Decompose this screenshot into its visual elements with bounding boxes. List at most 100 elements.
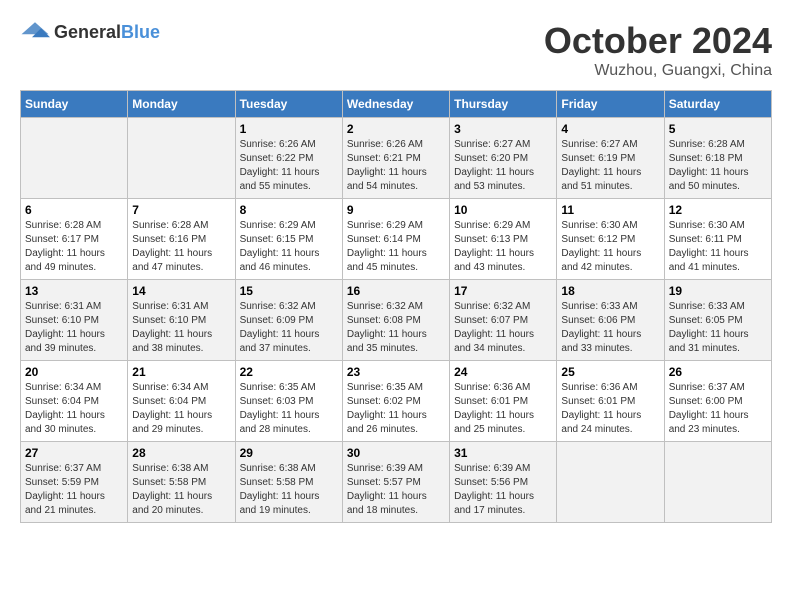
calendar-cell: 17 Sunrise: 6:32 AMSunset: 6:07 PMDaylig… [450, 280, 557, 361]
calendar-cell: 28 Sunrise: 6:38 AMSunset: 5:58 PMDaylig… [128, 442, 235, 523]
logo-blue: Blue [121, 22, 160, 42]
calendar-cell [21, 118, 128, 199]
day-number: 6 [25, 203, 123, 217]
day-number: 24 [454, 365, 552, 379]
day-number: 19 [669, 284, 767, 298]
calendar-cell: 12 Sunrise: 6:30 AMSunset: 6:11 PMDaylig… [664, 199, 771, 280]
page-header: GeneralBlue October 2024 Wuzhou, Guangxi… [20, 20, 772, 80]
calendar-cell: 18 Sunrise: 6:33 AMSunset: 6:06 PMDaylig… [557, 280, 664, 361]
day-info: Sunrise: 6:30 AMSunset: 6:11 PMDaylight:… [669, 219, 767, 275]
calendar-cell: 4 Sunrise: 6:27 AMSunset: 6:19 PMDayligh… [557, 118, 664, 199]
calendar-cell: 29 Sunrise: 6:38 AMSunset: 5:58 PMDaylig… [235, 442, 342, 523]
calendar-cell: 2 Sunrise: 6:26 AMSunset: 6:21 PMDayligh… [342, 118, 449, 199]
day-info: Sunrise: 6:37 AMSunset: 5:59 PMDaylight:… [25, 462, 123, 518]
day-info: Sunrise: 6:38 AMSunset: 5:58 PMDaylight:… [132, 462, 230, 518]
day-number: 20 [25, 365, 123, 379]
day-info: Sunrise: 6:39 AMSunset: 5:57 PMDaylight:… [347, 462, 445, 518]
day-info: Sunrise: 6:27 AMSunset: 6:20 PMDaylight:… [454, 138, 552, 194]
calendar-cell: 22 Sunrise: 6:35 AMSunset: 6:03 PMDaylig… [235, 361, 342, 442]
day-info: Sunrise: 6:31 AMSunset: 6:10 PMDaylight:… [25, 300, 123, 356]
day-number: 25 [561, 365, 659, 379]
day-number: 15 [240, 284, 338, 298]
calendar-cell [128, 118, 235, 199]
weekday-header-row: SundayMondayTuesdayWednesdayThursdayFrid… [21, 91, 772, 118]
weekday-header: Tuesday [235, 91, 342, 118]
logo-general: General [54, 22, 121, 42]
day-info: Sunrise: 6:38 AMSunset: 5:58 PMDaylight:… [240, 462, 338, 518]
day-number: 1 [240, 122, 338, 136]
day-number: 11 [561, 203, 659, 217]
day-info: Sunrise: 6:26 AMSunset: 6:21 PMDaylight:… [347, 138, 445, 194]
day-number: 30 [347, 446, 445, 460]
day-info: Sunrise: 6:28 AMSunset: 6:16 PMDaylight:… [132, 219, 230, 275]
calendar-cell: 20 Sunrise: 6:34 AMSunset: 6:04 PMDaylig… [21, 361, 128, 442]
logo-icon [20, 20, 50, 44]
weekday-header: Wednesday [342, 91, 449, 118]
day-number: 29 [240, 446, 338, 460]
calendar-cell: 10 Sunrise: 6:29 AMSunset: 6:13 PMDaylig… [450, 199, 557, 280]
calendar-cell: 8 Sunrise: 6:29 AMSunset: 6:15 PMDayligh… [235, 199, 342, 280]
day-number: 4 [561, 122, 659, 136]
day-info: Sunrise: 6:33 AMSunset: 6:06 PMDaylight:… [561, 300, 659, 356]
weekday-header: Sunday [21, 91, 128, 118]
calendar-cell: 1 Sunrise: 6:26 AMSunset: 6:22 PMDayligh… [235, 118, 342, 199]
day-number: 9 [347, 203, 445, 217]
calendar-table: SundayMondayTuesdayWednesdayThursdayFrid… [20, 90, 772, 523]
day-number: 22 [240, 365, 338, 379]
logo: GeneralBlue [20, 20, 160, 44]
calendar-cell: 27 Sunrise: 6:37 AMSunset: 5:59 PMDaylig… [21, 442, 128, 523]
calendar-cell: 30 Sunrise: 6:39 AMSunset: 5:57 PMDaylig… [342, 442, 449, 523]
calendar-cell: 21 Sunrise: 6:34 AMSunset: 6:04 PMDaylig… [128, 361, 235, 442]
day-number: 13 [25, 284, 123, 298]
weekday-header: Saturday [664, 91, 771, 118]
calendar-cell: 11 Sunrise: 6:30 AMSunset: 6:12 PMDaylig… [557, 199, 664, 280]
calendar-week-row: 27 Sunrise: 6:37 AMSunset: 5:59 PMDaylig… [21, 442, 772, 523]
calendar-cell: 19 Sunrise: 6:33 AMSunset: 6:05 PMDaylig… [664, 280, 771, 361]
day-number: 3 [454, 122, 552, 136]
day-info: Sunrise: 6:36 AMSunset: 6:01 PMDaylight:… [561, 381, 659, 437]
day-info: Sunrise: 6:32 AMSunset: 6:09 PMDaylight:… [240, 300, 338, 356]
day-info: Sunrise: 6:34 AMSunset: 6:04 PMDaylight:… [132, 381, 230, 437]
calendar-cell: 24 Sunrise: 6:36 AMSunset: 6:01 PMDaylig… [450, 361, 557, 442]
calendar-week-row: 6 Sunrise: 6:28 AMSunset: 6:17 PMDayligh… [21, 199, 772, 280]
day-info: Sunrise: 6:26 AMSunset: 6:22 PMDaylight:… [240, 138, 338, 194]
weekday-header: Monday [128, 91, 235, 118]
day-info: Sunrise: 6:33 AMSunset: 6:05 PMDaylight:… [669, 300, 767, 356]
calendar-cell: 31 Sunrise: 6:39 AMSunset: 5:56 PMDaylig… [450, 442, 557, 523]
title-block: October 2024 Wuzhou, Guangxi, China [544, 20, 772, 80]
calendar-cell [557, 442, 664, 523]
day-number: 8 [240, 203, 338, 217]
day-number: 16 [347, 284, 445, 298]
day-info: Sunrise: 6:29 AMSunset: 6:15 PMDaylight:… [240, 219, 338, 275]
logo-text: GeneralBlue [54, 22, 160, 43]
weekday-header: Thursday [450, 91, 557, 118]
day-info: Sunrise: 6:36 AMSunset: 6:01 PMDaylight:… [454, 381, 552, 437]
calendar-cell: 9 Sunrise: 6:29 AMSunset: 6:14 PMDayligh… [342, 199, 449, 280]
day-info: Sunrise: 6:29 AMSunset: 6:14 PMDaylight:… [347, 219, 445, 275]
weekday-header: Friday [557, 91, 664, 118]
calendar-cell: 23 Sunrise: 6:35 AMSunset: 6:02 PMDaylig… [342, 361, 449, 442]
day-number: 23 [347, 365, 445, 379]
calendar-week-row: 20 Sunrise: 6:34 AMSunset: 6:04 PMDaylig… [21, 361, 772, 442]
location-title: Wuzhou, Guangxi, China [544, 62, 772, 80]
day-info: Sunrise: 6:35 AMSunset: 6:02 PMDaylight:… [347, 381, 445, 437]
calendar-cell: 7 Sunrise: 6:28 AMSunset: 6:16 PMDayligh… [128, 199, 235, 280]
day-number: 10 [454, 203, 552, 217]
day-number: 26 [669, 365, 767, 379]
day-number: 28 [132, 446, 230, 460]
day-info: Sunrise: 6:34 AMSunset: 6:04 PMDaylight:… [25, 381, 123, 437]
day-number: 27 [25, 446, 123, 460]
day-number: 12 [669, 203, 767, 217]
day-info: Sunrise: 6:39 AMSunset: 5:56 PMDaylight:… [454, 462, 552, 518]
day-info: Sunrise: 6:32 AMSunset: 6:08 PMDaylight:… [347, 300, 445, 356]
calendar-cell: 25 Sunrise: 6:36 AMSunset: 6:01 PMDaylig… [557, 361, 664, 442]
day-number: 17 [454, 284, 552, 298]
day-number: 14 [132, 284, 230, 298]
day-number: 5 [669, 122, 767, 136]
calendar-week-row: 13 Sunrise: 6:31 AMSunset: 6:10 PMDaylig… [21, 280, 772, 361]
day-number: 31 [454, 446, 552, 460]
calendar-cell: 14 Sunrise: 6:31 AMSunset: 6:10 PMDaylig… [128, 280, 235, 361]
day-number: 18 [561, 284, 659, 298]
day-info: Sunrise: 6:28 AMSunset: 6:18 PMDaylight:… [669, 138, 767, 194]
calendar-cell [664, 442, 771, 523]
